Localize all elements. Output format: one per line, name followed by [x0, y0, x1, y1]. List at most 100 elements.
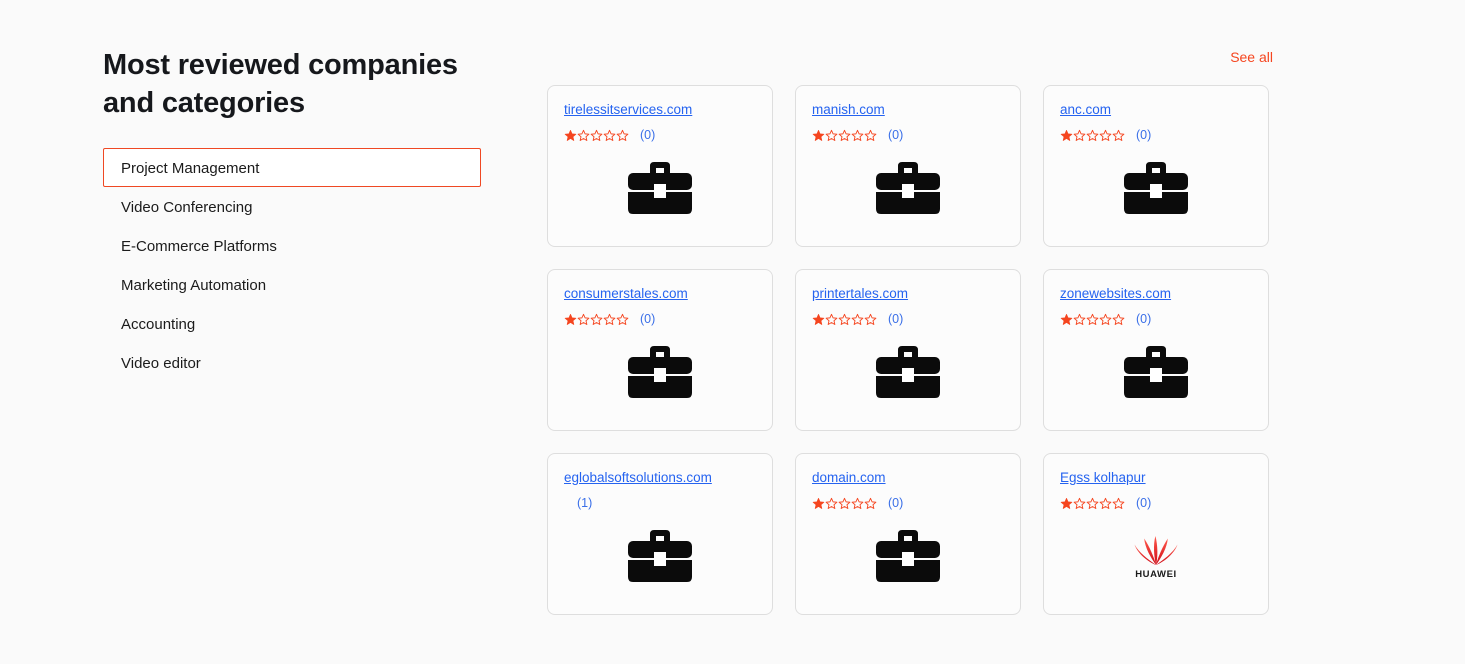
rating-row: (0)	[564, 310, 756, 328]
star-rating	[1060, 497, 1125, 510]
sidebar-item-project-management[interactable]: Project Management	[103, 148, 481, 187]
briefcase-icon	[876, 530, 940, 582]
review-count: (1)	[577, 496, 593, 510]
rating-row: (1)	[564, 494, 756, 512]
page-title: Most reviewed companies and categories	[103, 49, 458, 119]
star-outline-icon	[590, 129, 603, 141]
briefcase-icon	[1124, 346, 1188, 398]
see-all-link[interactable]: See all	[1230, 46, 1273, 68]
company-name-link[interactable]: tirelessitservices.com	[564, 102, 756, 118]
company-name-link[interactable]: consumerstales.com	[564, 286, 756, 302]
star-outline-icon	[616, 313, 629, 325]
briefcase-icon	[628, 530, 692, 582]
star-filled-icon	[812, 313, 825, 325]
star-outline-icon	[838, 497, 851, 509]
briefcase-icon	[876, 346, 940, 398]
company-card-grid: tirelessitservices.com (0) manish.com (0) an…	[547, 85, 1273, 615]
star-outline-icon	[590, 313, 603, 325]
star-outline-icon	[825, 129, 838, 141]
company-card[interactable]: printertales.com (0)	[795, 269, 1021, 431]
star-outline-icon	[864, 129, 877, 141]
star-outline-icon	[1073, 129, 1086, 141]
sidebar-item-accounting[interactable]: Accounting	[103, 304, 481, 343]
review-count: (0)	[1136, 128, 1152, 142]
star-outline-icon	[1086, 313, 1099, 325]
star-filled-icon	[564, 129, 577, 141]
star-rating	[812, 313, 877, 326]
company-logo	[1060, 144, 1252, 246]
company-card[interactable]: domain.com (0)	[795, 453, 1021, 615]
star-outline-icon	[1112, 313, 1125, 325]
star-outline-icon	[603, 313, 616, 325]
rating-row: (0)	[564, 126, 756, 144]
sidebar-item-marketing-automation[interactable]: Marketing Automation	[103, 265, 481, 304]
briefcase-icon	[628, 162, 692, 214]
rating-row: (0)	[812, 126, 1004, 144]
star-outline-icon	[1099, 313, 1112, 325]
company-logo	[812, 328, 1004, 430]
most-reviewed-section: Most reviewed companies and categories P…	[0, 0, 1465, 664]
company-name-link[interactable]: printertales.com	[812, 286, 1004, 302]
star-outline-icon	[851, 129, 864, 141]
company-logo	[564, 512, 756, 614]
review-count: (0)	[640, 312, 656, 326]
company-card[interactable]: eglobalsoftsolutions.com (1)	[547, 453, 773, 615]
review-count: (0)	[1136, 496, 1152, 510]
see-all-row: See all	[547, 46, 1273, 68]
company-name-link[interactable]: manish.com	[812, 102, 1004, 118]
company-name-link[interactable]: domain.com	[812, 470, 1004, 486]
star-outline-icon	[616, 129, 629, 141]
sidebar-item-video-conferencing[interactable]: Video Conferencing	[103, 187, 481, 226]
company-card[interactable]: consumerstales.com (0)	[547, 269, 773, 431]
star-rating	[564, 313, 629, 326]
star-filled-icon	[1060, 497, 1073, 509]
star-outline-icon	[577, 129, 590, 141]
review-count: (0)	[1136, 312, 1152, 326]
company-card[interactable]: Egss kolhapur (0) HUAWEI	[1043, 453, 1269, 615]
star-outline-icon	[851, 497, 864, 509]
star-rating	[564, 129, 629, 142]
star-rating	[812, 497, 877, 510]
company-name-link[interactable]: zonewebsites.com	[1060, 286, 1252, 302]
star-rating	[812, 129, 877, 142]
rating-row: (0)	[1060, 126, 1252, 144]
rating-row: (0)	[1060, 494, 1252, 512]
star-outline-icon	[603, 129, 616, 141]
category-list: Project Management Video Conferencing E-Co…	[103, 148, 481, 382]
company-card[interactable]: anc.com (0)	[1043, 85, 1269, 247]
rating-row: (0)	[812, 494, 1004, 512]
star-outline-icon	[1099, 497, 1112, 509]
company-name-link[interactable]: eglobalsoftsolutions.com	[564, 470, 756, 486]
star-rating	[1060, 313, 1125, 326]
company-logo: HUAWEI	[1060, 512, 1252, 614]
star-outline-icon	[864, 497, 877, 509]
huawei-logo-icon: HUAWEI	[1134, 536, 1178, 580]
company-card[interactable]: manish.com (0)	[795, 85, 1021, 247]
rating-row: (0)	[812, 310, 1004, 328]
briefcase-icon	[628, 346, 692, 398]
company-name-link[interactable]: anc.com	[1060, 102, 1252, 118]
star-outline-icon	[1112, 129, 1125, 141]
briefcase-icon	[876, 162, 940, 214]
svg-text:HUAWEI: HUAWEI	[1135, 569, 1177, 580]
sidebar-item-video-editor[interactable]: Video editor	[103, 343, 481, 382]
star-filled-icon	[1060, 313, 1073, 325]
review-count: (0)	[640, 128, 656, 142]
star-outline-icon	[577, 313, 590, 325]
sidebar-item-e-commerce-platforms[interactable]: E-Commerce Platforms	[103, 226, 481, 265]
star-outline-icon	[851, 313, 864, 325]
star-filled-icon	[564, 313, 577, 325]
company-logo	[812, 512, 1004, 614]
company-card[interactable]: zonewebsites.com (0)	[1043, 269, 1269, 431]
briefcase-icon	[1124, 162, 1188, 214]
rating-row: (0)	[1060, 310, 1252, 328]
star-outline-icon	[825, 313, 838, 325]
star-outline-icon	[838, 129, 851, 141]
company-card[interactable]: tirelessitservices.com (0)	[547, 85, 773, 247]
star-outline-icon	[864, 313, 877, 325]
company-name-link[interactable]: Egss kolhapur	[1060, 470, 1252, 486]
star-filled-icon	[812, 497, 825, 509]
star-outline-icon	[825, 497, 838, 509]
review-count: (0)	[888, 128, 904, 142]
star-outline-icon	[1112, 497, 1125, 509]
